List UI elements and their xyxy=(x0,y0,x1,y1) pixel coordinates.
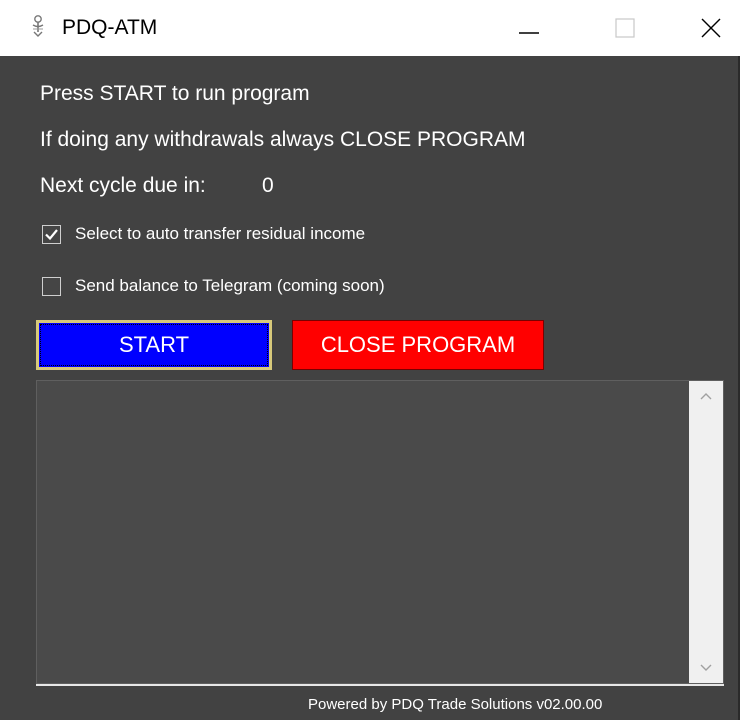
checkmark-icon xyxy=(45,228,58,240)
close-icon[interactable] xyxy=(676,0,740,56)
telegram-label: Send balance to Telegram (coming soon) xyxy=(75,276,385,295)
warning-text: If doing any withdrawals always CLOSE PR… xyxy=(40,128,526,151)
telegram-option[interactable]: Send balance to Telegram (coming soon) xyxy=(42,276,385,296)
start-button[interactable]: START xyxy=(36,320,272,370)
output-scrollbar[interactable] xyxy=(689,381,723,683)
output-log[interactable] xyxy=(36,380,724,684)
close-program-button[interactable]: CLOSE PROGRAM xyxy=(292,320,544,370)
telegram-checkbox[interactable] xyxy=(42,276,61,296)
main-panel: Press START to run program If doing any … xyxy=(0,56,740,720)
auto-transfer-label: Select to auto transfer residual income xyxy=(75,224,366,243)
title-bar[interactable]: PDQ-ATM xyxy=(0,0,740,56)
maximize-icon[interactable] xyxy=(590,0,660,56)
window-title: PDQ-ATM xyxy=(62,16,158,39)
app-window: PDQ-ATM Press START to run program If do… xyxy=(0,0,740,720)
auto-transfer-checkbox[interactable] xyxy=(42,224,61,244)
auto-transfer-option[interactable]: Select to auto transfer residual income xyxy=(42,224,365,244)
scroll-up-icon[interactable] xyxy=(689,381,723,411)
minimize-icon[interactable] xyxy=(494,0,564,56)
next-cycle-label: Next cycle due in: xyxy=(40,174,206,197)
pdq-app-icon xyxy=(30,14,46,38)
instruction-text: Press START to run program xyxy=(40,82,310,105)
scroll-down-icon[interactable] xyxy=(689,653,723,683)
footer-text: Powered by PDQ Trade Solutions v02.00.00 xyxy=(308,696,603,713)
footer-divider xyxy=(36,684,724,686)
next-cycle-value: 0 xyxy=(262,174,274,197)
